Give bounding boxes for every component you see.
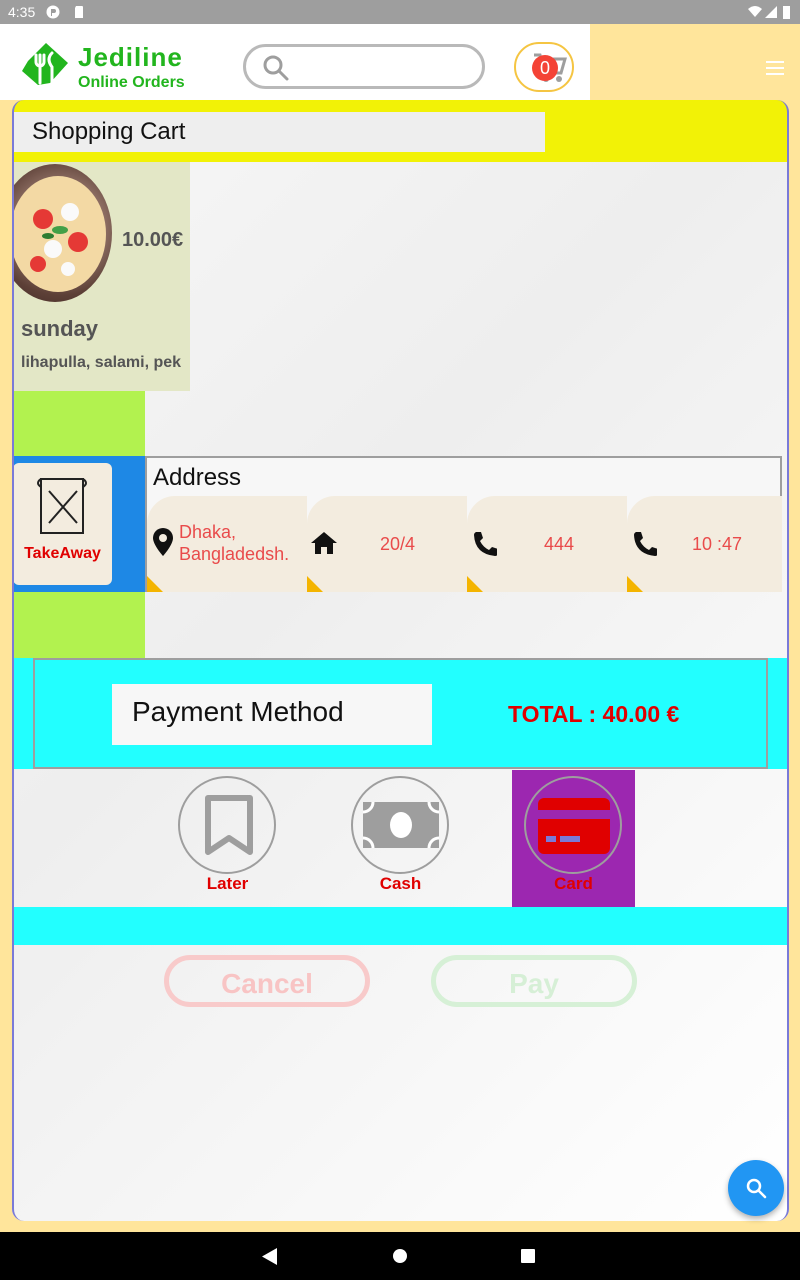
- spacer-block: [12, 391, 145, 456]
- cart-header: Shopping Cart: [12, 100, 789, 162]
- status-bar: 4:35: [0, 0, 800, 24]
- sd-card-icon: [75, 6, 83, 18]
- payment-option-circle: [524, 776, 622, 874]
- payment-option-circle: [178, 776, 276, 874]
- address-time-field[interactable]: 10 :47: [627, 496, 782, 592]
- payment-option-label: Cash: [379, 874, 422, 893]
- address-phone-field[interactable]: 444: [467, 496, 627, 592]
- main-card: Shopping Cart 10.00€ sunday lihapulla, s…: [12, 100, 789, 1221]
- status-time: 4:35: [8, 4, 36, 20]
- home-icon: [311, 532, 337, 554]
- item-ingredients: lihapulla, salami, peki: [21, 354, 181, 371]
- phone-icon: [634, 532, 657, 556]
- payment-option-label: Card: [554, 874, 593, 893]
- hamburger-menu-icon[interactable]: [760, 58, 790, 78]
- brand-logo-icon: [22, 43, 68, 85]
- order-total: TOTAL : 40.00 €: [508, 701, 680, 727]
- address-house-field[interactable]: 20/4: [307, 496, 467, 592]
- search-fab[interactable]: [728, 1160, 784, 1216]
- address-time-value: 10 :47: [692, 534, 743, 554]
- spacer-block: [12, 592, 145, 658]
- item-name: sunday: [21, 316, 99, 341]
- takeaway-button[interactable]: TakeAway: [13, 463, 112, 585]
- payment-option-label: Later: [206, 874, 249, 893]
- order-type-panel: TakeAway: [12, 456, 145, 592]
- bookmark-icon: [205, 795, 253, 855]
- app-notification-icon: [46, 5, 60, 19]
- takeaway-icon: [37, 478, 87, 534]
- payment-option-circle: [351, 776, 449, 874]
- system-nav-bar: [0, 1232, 800, 1280]
- search-icon: [263, 55, 289, 81]
- address-title: Address: [153, 464, 242, 491]
- item-image: [12, 164, 112, 302]
- address-city-line1: Dhaka,: [179, 522, 237, 542]
- signal-icon: [765, 6, 777, 18]
- page-title: Shopping Cart: [12, 112, 545, 152]
- brand-name: Jediline: [78, 42, 183, 72]
- search-input[interactable]: [243, 44, 485, 89]
- address-phone-value: 444: [544, 534, 575, 554]
- divider-band: [12, 907, 789, 945]
- takeaway-label: TakeAway: [24, 545, 101, 562]
- cancel-button[interactable]: Cancel: [164, 955, 370, 1007]
- address-city-field[interactable]: Dhaka, Bangladedsh.: [147, 496, 307, 592]
- address-city-line2: Bangladedsh.: [179, 544, 290, 564]
- brand-subtitle: Online Orders: [78, 74, 185, 91]
- payment-header: Payment Method TOTAL : 40.00 €: [12, 658, 789, 769]
- recents-icon[interactable]: [520, 1248, 536, 1264]
- search-icon: [746, 1178, 767, 1199]
- cart-button[interactable]: 0: [514, 42, 574, 92]
- payment-option-card[interactable]: Card: [512, 770, 635, 907]
- cart-item[interactable]: 10.00€ sunday lihapulla, salami, peki: [12, 162, 190, 391]
- back-icon[interactable]: [262, 1248, 278, 1265]
- cart-count-badge: 0: [532, 55, 558, 81]
- battery-icon: [783, 6, 790, 19]
- payment-title: Payment Method: [112, 684, 432, 745]
- cash-icon: [363, 802, 439, 848]
- item-price: 10.00€: [122, 229, 184, 251]
- payment-option-cash[interactable]: Cash: [339, 770, 462, 907]
- pay-button[interactable]: Pay: [431, 955, 637, 1007]
- pizza-image: [12, 176, 106, 292]
- home-nav-icon[interactable]: [392, 1248, 408, 1264]
- credit-card-icon: [538, 798, 610, 854]
- location-pin-icon: [153, 528, 173, 556]
- address-panel: Address Dhaka, Bangladedsh. 20/4 444 10 …: [145, 456, 782, 592]
- payment-option-later[interactable]: Later: [166, 770, 289, 907]
- wifi-icon: [748, 6, 762, 17]
- address-house-value: 20/4: [380, 534, 416, 554]
- phone-icon: [474, 532, 497, 556]
- payment-summary: Payment Method TOTAL : 40.00 €: [33, 658, 768, 769]
